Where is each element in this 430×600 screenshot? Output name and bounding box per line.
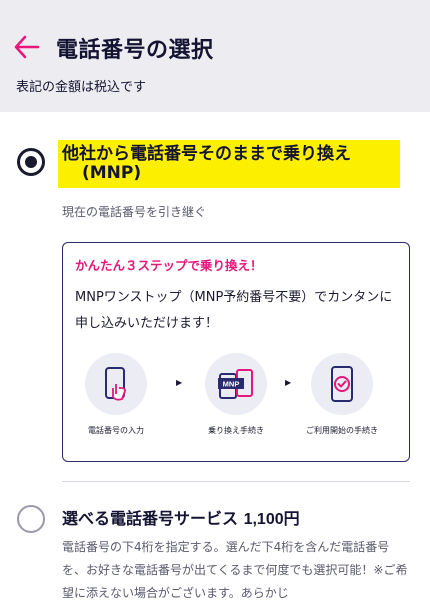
page-header: 電話番号の選択 表記の金額は税込です bbox=[0, 0, 430, 112]
option-divider bbox=[62, 481, 410, 482]
card-body: MNPワンストップ（MNP予約番号不要）でカンタンに申し込みいただけます！ bbox=[75, 290, 393, 331]
step-2-label: 乗り換え手続き bbox=[208, 426, 264, 435]
mnp-info-card: かんたん３ステップで乗り換え！ MNPワンストップ（MNP予約番号不要）でカンタ… bbox=[62, 242, 410, 462]
step-3-circle bbox=[311, 353, 373, 415]
step-arrow-1: ▶ bbox=[176, 378, 183, 387]
step-3: ご利用開始の手続き bbox=[297, 353, 387, 436]
option-mnp-subtitle: 現在の電話番号を引き継ぐ bbox=[62, 205, 207, 219]
mnp-title-line1: 他社から電話番号そのままで乗り換え bbox=[62, 144, 351, 164]
step-1-label: 電話番号の入力 bbox=[88, 426, 144, 435]
step-3-label: ご利用開始の手続き bbox=[306, 426, 378, 435]
phone-tap-icon bbox=[105, 367, 126, 401]
card-heading: かんたん３ステップで乗り換え！ bbox=[75, 258, 263, 273]
select-number-title-text: 選べる電話番号サービス bbox=[62, 509, 244, 528]
page-title: 電話番号の選択 bbox=[56, 38, 214, 63]
step-1-circle bbox=[85, 353, 147, 415]
option-mnp-title[interactable]: 他社から電話番号そのままで乗り換え (MNP) bbox=[62, 145, 398, 183]
radio-select-number[interactable] bbox=[17, 505, 45, 533]
radio-mnp[interactable] bbox=[17, 148, 45, 176]
step-1: 電話番号の入力 bbox=[71, 353, 161, 436]
tax-note: 表記の金額は税込です bbox=[16, 80, 147, 95]
select-number-price: 1,100円 bbox=[243, 511, 300, 528]
option-select-number-description: 電話番号の下4桁を指定する。選んだ下4桁を含んだ電話番号を、お好きな電話番号が出… bbox=[62, 540, 408, 600]
mnp-title-line2: (MNP) bbox=[82, 163, 142, 183]
mnp-transfer-icon: MNP bbox=[218, 369, 253, 399]
step-2-circle: MNP bbox=[205, 353, 267, 415]
phone-check-icon bbox=[331, 366, 353, 402]
option-select-number-title[interactable]: 選べる電話番号サービス 1,100円 bbox=[62, 505, 300, 529]
svg-text:MNP: MNP bbox=[223, 380, 240, 389]
step-arrow-2: ▶ bbox=[285, 378, 292, 387]
step-2: MNP 乗り換え手続き bbox=[191, 353, 281, 436]
back-arrow-icon[interactable] bbox=[12, 33, 42, 61]
